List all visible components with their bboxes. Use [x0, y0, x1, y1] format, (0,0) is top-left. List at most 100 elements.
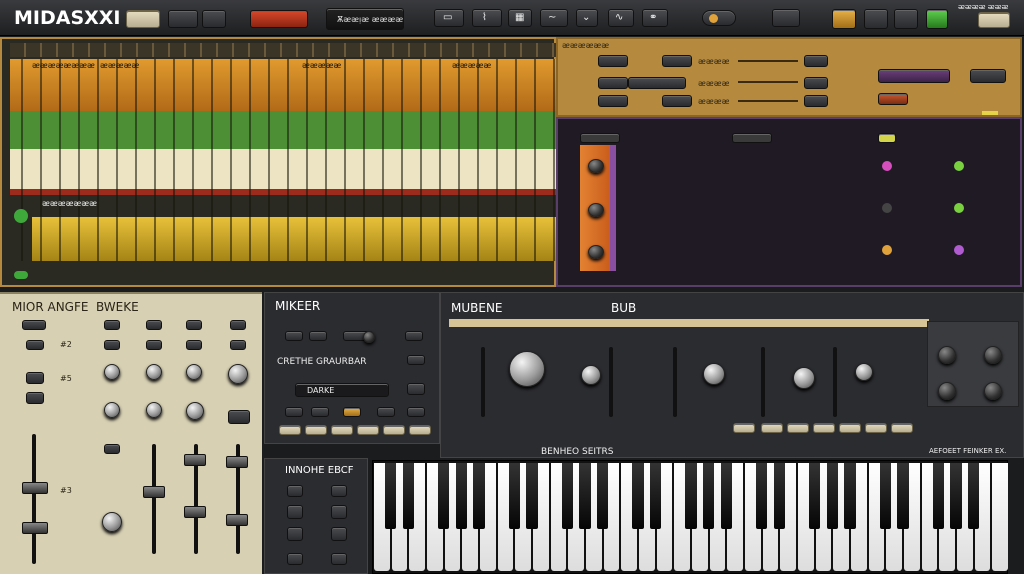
ch5-button-1[interactable] [230, 320, 246, 330]
ch2-knob-1[interactable] [104, 364, 120, 380]
black-key[interactable] [438, 463, 450, 529]
sync-button[interactable] [864, 9, 888, 29]
channel-knob-1[interactable] [588, 159, 604, 173]
ch4-knob-2[interactable] [186, 402, 204, 420]
mix-btn-row-3[interactable] [331, 425, 353, 435]
black-key[interactable] [950, 463, 962, 529]
black-key[interactable] [579, 463, 591, 529]
inspector-slider-3[interactable] [738, 100, 798, 102]
power-button[interactable] [926, 9, 948, 29]
ch5-fader[interactable] [226, 456, 248, 468]
amp-knob[interactable] [855, 363, 873, 381]
toggle-button[interactable] [702, 10, 736, 26]
fx-led-1[interactable] [882, 161, 892, 171]
transport-display[interactable]: Ѫᴂᴂᴉᴂ ᴂᴂᴂᴂ [326, 8, 404, 30]
black-key[interactable] [879, 463, 891, 529]
mix-btn-10[interactable] [377, 407, 395, 417]
send-led-1[interactable] [954, 161, 964, 171]
ch3-button-2[interactable] [146, 340, 162, 350]
res-knob[interactable] [581, 365, 601, 385]
ch2-button-1[interactable] [104, 320, 120, 330]
ch5-button-2[interactable] [230, 340, 246, 350]
mix-btn-9[interactable] [343, 407, 361, 417]
black-key[interactable] [561, 463, 573, 529]
key-ctrl-2[interactable] [331, 485, 347, 497]
ch2-button-3[interactable] [104, 444, 120, 454]
tool-button-7[interactable]: ⚭ [642, 9, 668, 27]
key-ctrl-6[interactable] [331, 527, 347, 541]
tool-button-1[interactable]: ▭ [434, 9, 464, 27]
key-ctrl-3[interactable] [287, 505, 303, 519]
mix-btn-2[interactable] [309, 331, 327, 341]
ch3-knob-2[interactable] [146, 402, 162, 418]
tool-button-3[interactable]: ▦ [508, 9, 532, 27]
ch2-knob-3[interactable] [102, 512, 122, 532]
channel-knob-2[interactable] [588, 203, 604, 217]
ch3-fader[interactable] [143, 486, 165, 498]
synth-row-btn-4[interactable] [813, 423, 835, 433]
black-key[interactable] [826, 463, 838, 529]
ch1-button-1[interactable] [22, 320, 46, 330]
param-button-1[interactable] [598, 55, 628, 67]
black-key[interactable] [508, 463, 520, 529]
black-key[interactable] [455, 463, 467, 529]
env-knob[interactable] [703, 363, 725, 385]
lfo-knob[interactable] [793, 367, 815, 389]
ch4-knob-1[interactable] [186, 364, 202, 380]
list-button-3[interactable] [878, 133, 896, 143]
highlight-button[interactable] [832, 9, 856, 29]
ch5-knob-1[interactable] [228, 364, 248, 384]
fx-led-3[interactable] [882, 245, 892, 255]
inspector-button-b[interactable] [804, 77, 828, 89]
key-ctrl-1[interactable] [287, 485, 303, 497]
ch5-button-3[interactable] [228, 410, 250, 424]
mix-btn-row-1[interactable] [279, 425, 301, 435]
ch1-button-4[interactable] [26, 392, 44, 404]
inspector-slider-2[interactable] [738, 81, 798, 83]
fx-led-2[interactable] [882, 203, 892, 213]
solo-button[interactable] [970, 69, 1006, 83]
black-key[interactable] [385, 463, 397, 529]
mute-button[interactable] [878, 93, 908, 105]
param-button-3[interactable] [598, 77, 628, 89]
black-key[interactable] [703, 463, 715, 529]
synth-row-btn-1[interactable] [733, 423, 755, 433]
tool-button-5[interactable]: ⌄ [576, 9, 598, 27]
send-led-3[interactable] [954, 245, 964, 255]
ch3-button-1[interactable] [146, 320, 162, 330]
tempo-button[interactable] [126, 10, 160, 28]
key-ctrl-7[interactable] [287, 553, 303, 565]
channel-knob-3[interactable] [588, 245, 604, 259]
record-button[interactable] [250, 10, 308, 28]
mix-btn-row-2[interactable] [305, 425, 327, 435]
view-button[interactable] [772, 9, 800, 27]
ch3-knob-1[interactable] [146, 364, 162, 380]
play-button[interactable] [202, 10, 226, 28]
black-key[interactable] [402, 463, 414, 529]
fx-knob-2[interactable] [984, 346, 1002, 364]
black-key[interactable] [773, 463, 785, 529]
param-button-5[interactable] [598, 95, 628, 107]
black-key[interactable] [756, 463, 768, 529]
menu-button[interactable] [978, 12, 1010, 28]
tool-button-2[interactable]: ⌇ [472, 9, 502, 27]
mix-knob[interactable] [363, 331, 375, 343]
synth-row-btn-5[interactable] [839, 423, 861, 433]
black-key[interactable] [844, 463, 856, 529]
strip-selector-purple[interactable] [610, 145, 616, 271]
ch2-button-2[interactable] [104, 340, 120, 350]
tool-button-4[interactable]: ∼ [540, 9, 568, 27]
inspector-slider-1[interactable] [738, 60, 798, 62]
ch2-knob-2[interactable] [104, 402, 120, 418]
param-button-2[interactable] [662, 55, 692, 67]
stop-button[interactable] [168, 10, 198, 28]
mix-btn-row-4[interactable] [357, 425, 379, 435]
record-arm-icon[interactable] [14, 209, 28, 223]
mix-btn-11[interactable] [407, 407, 425, 417]
param-button-4[interactable] [628, 77, 686, 89]
list-button-2[interactable] [732, 133, 772, 143]
monitor-icon[interactable] [14, 271, 28, 279]
ch4-button-1[interactable] [186, 320, 202, 330]
black-key[interactable] [685, 463, 697, 529]
ch4-fader[interactable] [184, 454, 206, 466]
